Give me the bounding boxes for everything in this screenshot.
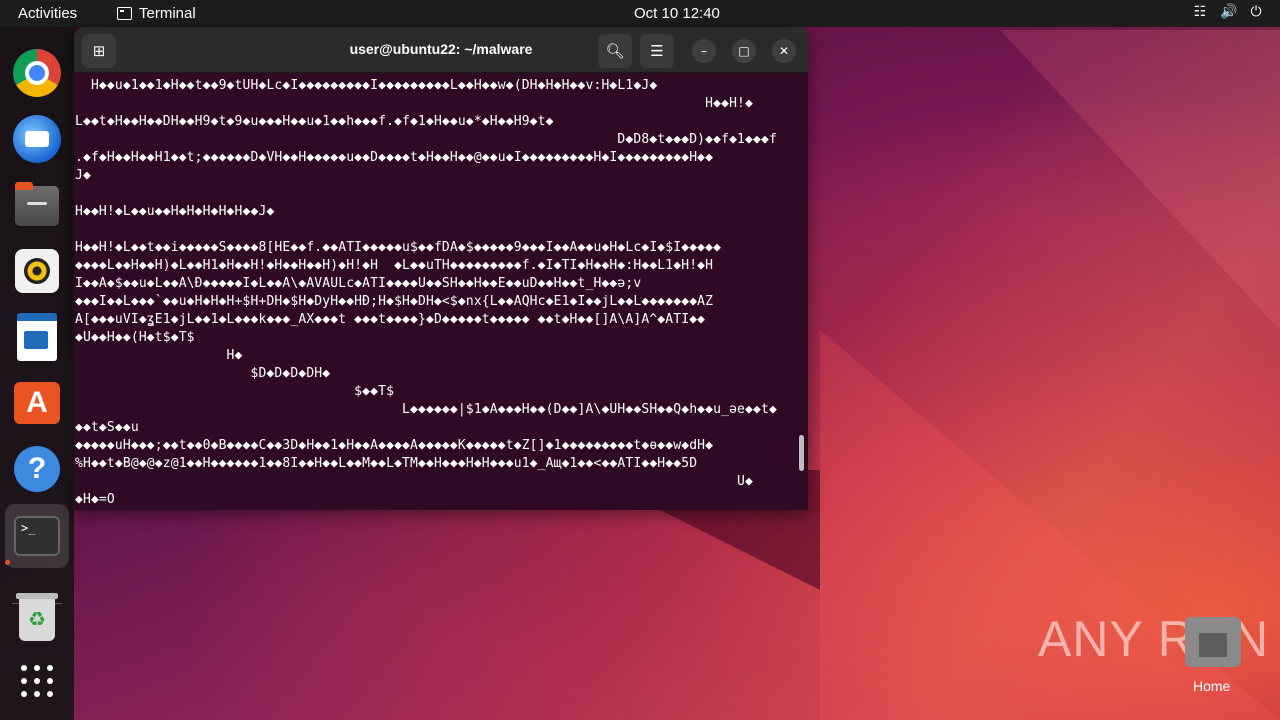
top-bar: Activities Terminal Oct 10 12:40 ☷ 🔊 ⏻ xyxy=(0,0,1280,27)
terminal-icon xyxy=(117,7,132,20)
dock-item-rhythmbox[interactable] xyxy=(10,244,64,298)
files-icon xyxy=(15,182,59,226)
terminal-output[interactable]: H◆◆u◆1◆◆1◆H◆◆t◆◆9◆tUH◆Lc◆I◆◆◆◆◆◆◆◆◆I◆◆◆◆… xyxy=(74,73,798,510)
dock-item-software[interactable]: A xyxy=(10,376,64,430)
terminal-line: L◆◆◆◆◆◆|$1◆A◆◆◆H◆◆(D◆◆]A\◆UH◆◆SH◆◆Q◆h◆◆u… xyxy=(75,402,777,417)
terminal-line: ◆◆t◆S◆◆u xyxy=(75,420,139,435)
trash-icon: ♻ xyxy=(16,593,58,641)
search-icon: 🔍︎ xyxy=(605,42,625,60)
hamburger-icon: ☰ xyxy=(650,42,664,60)
volume-icon[interactable]: 🔊 xyxy=(1220,4,1237,20)
power-icon[interactable]: ⏻ xyxy=(1248,4,1264,20)
help-icon: ? xyxy=(14,446,60,492)
terminal-line: L◆◆t◆H◆◆H◆◆DH◆◆H9◆t◆9◆u◆◆◆H◆◆u◆1◆◆h◆◆◆f.… xyxy=(75,114,554,129)
dock-item-files[interactable] xyxy=(10,179,64,233)
software-store-icon: A xyxy=(14,382,60,424)
terminal-line: H◆◆H!◆ xyxy=(75,96,754,111)
terminal-line: $D◆D◆D◆DH◆ xyxy=(75,366,331,381)
terminal-line: I◆◆A◆$◆◆u◆L◆◆A\Đ◆◆◆◆◆I◆L◆◆A\◆AVAULc◆ATI◆… xyxy=(75,276,642,291)
scrollbar[interactable] xyxy=(799,435,804,471)
terminal-line: ◆◆◆I◆◆L◆◆◆`◆◆u◆H◆H◆H+$H+DH◆$H◆DyH◆◆HĐ;H◆… xyxy=(75,294,714,309)
rhythmbox-icon xyxy=(15,249,59,293)
terminal-line: H◆ xyxy=(75,348,243,363)
menu-button[interactable]: ☰ xyxy=(640,34,674,68)
thunderbird-icon xyxy=(13,115,61,163)
running-indicator xyxy=(5,560,10,565)
app-menu[interactable]: Terminal xyxy=(117,5,196,22)
dock-item-terminal[interactable]: >_ xyxy=(5,504,69,568)
terminal-line: D◆D8◆t◆◆◆D)◆◆f◆1◆◆◆f xyxy=(75,132,777,147)
terminal-line: H◆◆H!◆L◆◆t◆◆i◆◆◆◆◆S◆◆◆◆8[HE◆◆f.◆◆ATI◆◆◆◆… xyxy=(75,240,722,255)
terminal-window[interactable]: ⊞ user@ubuntu22: ~/malware 🔍︎ ☰ – □ ✕ H◆… xyxy=(74,27,808,510)
dock-item-chrome[interactable] xyxy=(10,46,64,100)
dock-item-thunderbird[interactable] xyxy=(10,112,64,166)
activities-button[interactable]: Activities xyxy=(18,5,77,22)
dock-item-writer[interactable] xyxy=(10,310,64,364)
close-button[interactable]: ✕ xyxy=(772,39,796,63)
terminal-line: ◆◆◆◆L◆◆H◆◆H)◆L◆◆H1◆H◆◆H!◆H◆◆H◆◆H)◆H!◆H ◆… xyxy=(75,258,714,273)
window-titlebar[interactable]: ⊞ user@ubuntu22: ~/malware 🔍︎ ☰ – □ ✕ xyxy=(74,27,808,73)
maximize-button[interactable]: □ xyxy=(732,39,756,63)
terminal-line: J◆ xyxy=(75,168,91,183)
minimize-icon: – xyxy=(701,44,707,58)
terminal-line: H◆◆u◆1◆◆1◆H◆◆t◆◆9◆tUH◆Lc◆I◆◆◆◆◆◆◆◆◆I◆◆◆◆… xyxy=(75,78,658,93)
terminal-line: $◆◆T$ xyxy=(75,384,395,399)
terminal-icon: >_ xyxy=(14,516,60,556)
chrome-icon xyxy=(13,49,61,97)
terminal-line: ◆◆◆◆◆uH◆◆◆;◆◆t◆◆0◆B◆◆◆◆C◆◆3D◆H◆◆1◆H◆◆A◆◆… xyxy=(75,438,714,453)
dock: A ? >_ ♻ xyxy=(0,27,74,720)
terminal-line: A[◆◆◆uVI◆ʓE1◆jL◆◆1◆L◆◆◆k◆◆◆_AX◆◆◆t ◆◆◆t◆… xyxy=(75,312,706,327)
terminal-line: %H◆◆t◆B@◆@◆z@1◆◆H◆◆◆◆◆◆1◆◆8I◆◆H◆◆L◆◆M◆◆L… xyxy=(75,456,698,471)
close-icon: ✕ xyxy=(778,44,790,58)
home-folder-icon[interactable] xyxy=(1185,617,1241,667)
writer-icon xyxy=(17,313,57,361)
maximize-icon: □ xyxy=(738,44,750,58)
clock[interactable]: Oct 10 12:40 xyxy=(634,5,720,22)
network-icon[interactable]: ☷ xyxy=(1192,4,1208,20)
show-apps-button[interactable] xyxy=(10,654,64,708)
dock-item-help[interactable]: ? xyxy=(10,442,64,496)
wallpaper-shard xyxy=(1000,30,1280,330)
minimize-button[interactable]: – xyxy=(692,39,716,63)
terminal-line: U◆ xyxy=(75,474,754,489)
terminal-line: .◆f◆H◆◆H◆◆H1◆◆t;◆◆◆◆◆◆D◆VH◆◆H◆◆◆◆◆u◆◆D◆◆… xyxy=(75,150,714,165)
terminal-line: H◆◆H!◆L◆◆u◆◆H◆H◆H◆H◆H◆◆J◆ xyxy=(75,204,275,219)
app-menu-label: Terminal xyxy=(139,5,196,22)
app-grid-icon xyxy=(21,665,53,697)
terminal-line: ◆U◆◆H◆◆(H◆t$◆T$ xyxy=(75,330,195,345)
system-tray[interactable]: ☷ 🔊 ⏻ xyxy=(1192,4,1264,20)
home-folder-label: Home xyxy=(1193,678,1231,694)
search-button[interactable]: 🔍︎ xyxy=(598,34,632,68)
terminal-line: ◆H◆=O xyxy=(75,492,115,507)
dock-item-trash[interactable]: ♻ xyxy=(10,592,64,646)
